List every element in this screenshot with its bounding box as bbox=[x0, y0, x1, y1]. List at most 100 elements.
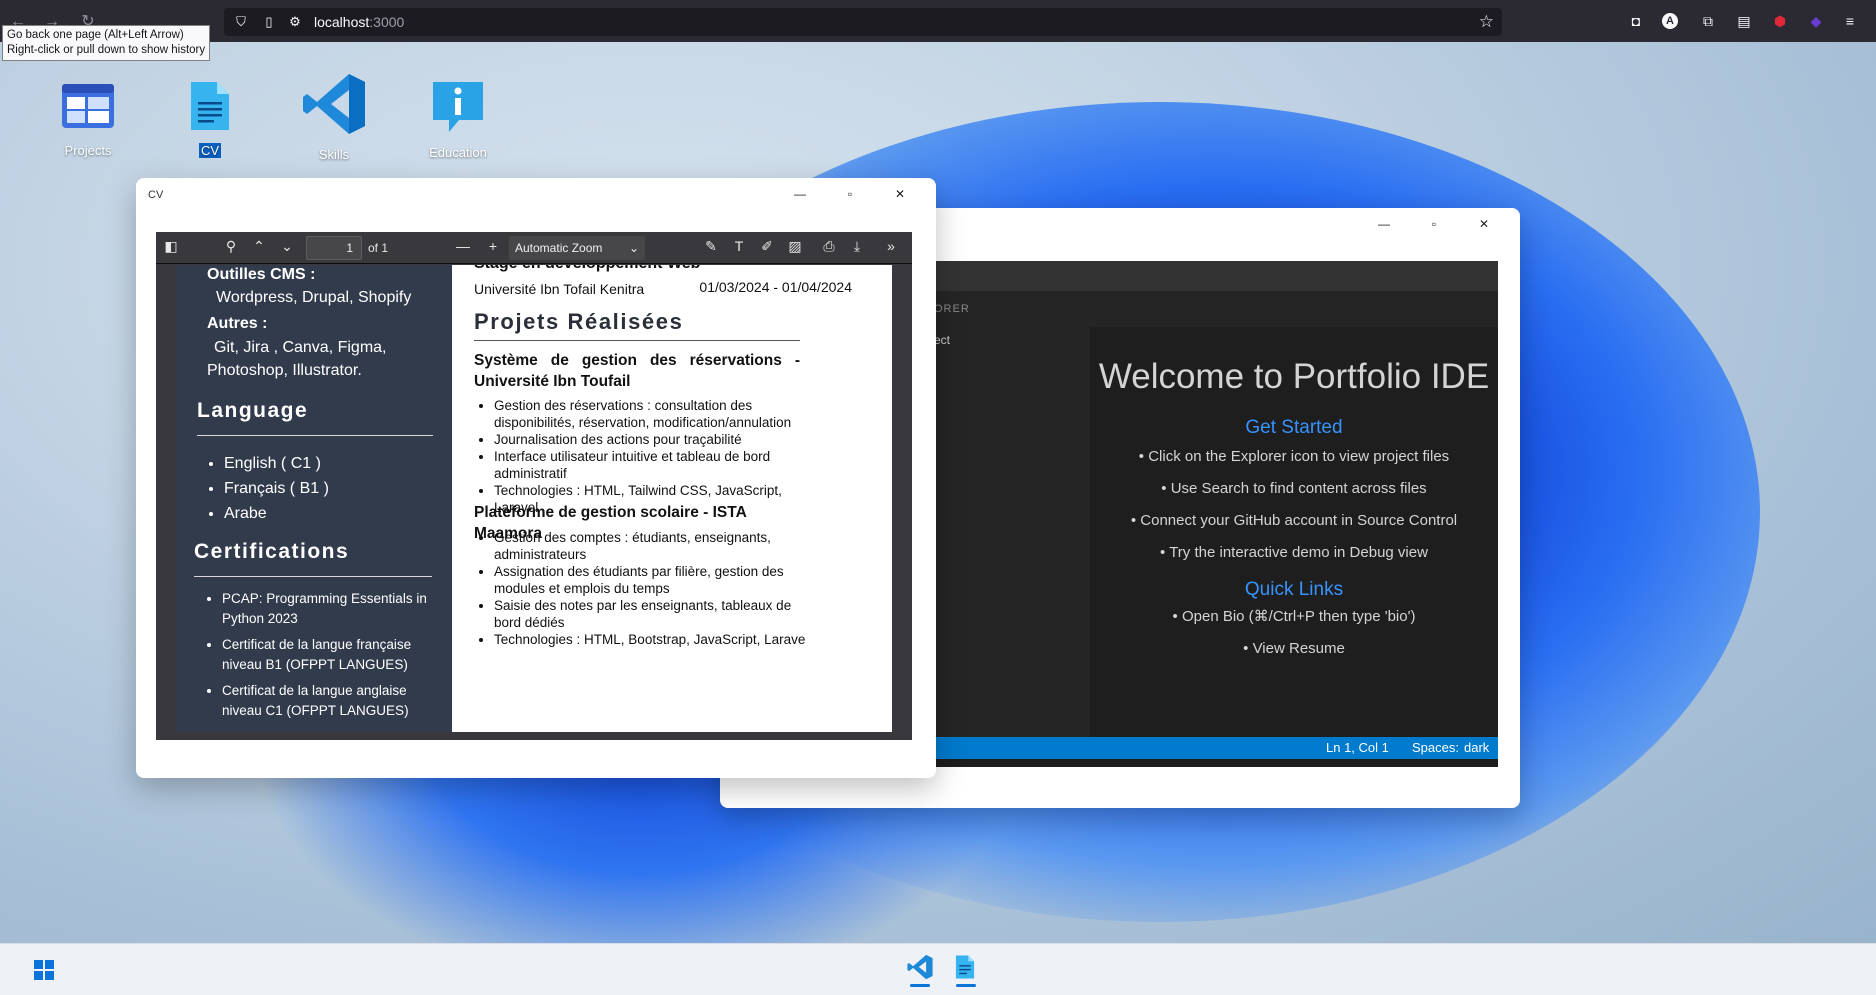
project-bullet: Technologies : HTML, Bootstrap, JavaScri… bbox=[494, 631, 810, 648]
minimize-icon[interactable]: — bbox=[1374, 216, 1394, 232]
info-icon bbox=[433, 82, 483, 132]
image-icon[interactable]: ▨ bbox=[786, 238, 804, 255]
projects-heading: Projets Réalisées bbox=[474, 309, 684, 334]
project-bullet: Interface utilisateur intuitive et table… bbox=[494, 448, 810, 482]
desktop-icon-education[interactable]: Education bbox=[408, 78, 508, 160]
other-value-line1: Git, Jira , Canva, Figma, bbox=[214, 339, 387, 356]
internship-dates: 01/03/2024 - 01/04/2024 bbox=[699, 279, 852, 295]
step-item: • Use Search to find content across file… bbox=[1161, 480, 1427, 497]
explorer-item[interactable]: ect bbox=[934, 333, 950, 347]
desktop-icon-skills[interactable]: Skills bbox=[284, 72, 384, 162]
desktop-icon-label: CV bbox=[198, 143, 222, 158]
highlight-icon[interactable]: ✎ bbox=[702, 238, 720, 255]
quick-links-heading: Quick Links bbox=[1244, 579, 1344, 600]
save-icon[interactable]: ⤓ bbox=[848, 238, 866, 255]
extension-purple-icon[interactable]: ◆ bbox=[1806, 11, 1826, 31]
pdf-viewer: ◧ ⚲ ⌃ ⌄ 1 of 1 — + Automatic Zoom ⌄ ✎ T ✐… bbox=[156, 232, 912, 740]
university-name: Université Ibn Tofail Kenitra bbox=[474, 281, 645, 297]
ide-title-strip bbox=[934, 261, 1498, 291]
desktop-icon-cv[interactable]: CV bbox=[160, 80, 260, 158]
active-indicator bbox=[956, 984, 976, 987]
close-icon[interactable]: ✕ bbox=[890, 186, 910, 202]
shield-icon[interactable]: ⛉ bbox=[232, 13, 250, 31]
page-count: of 1 bbox=[368, 241, 389, 255]
next-page-icon[interactable]: ⌄ bbox=[278, 238, 296, 255]
status-position[interactable]: Ln 1, Col 1 bbox=[1326, 740, 1389, 755]
vscode-icon bbox=[907, 954, 933, 980]
project-bullet: Assignation des étudiants par filière, g… bbox=[494, 563, 810, 597]
project-bullets: Gestion des comptes : étudiants, enseign… bbox=[494, 529, 810, 648]
pocket-icon[interactable]: ◘ bbox=[1626, 11, 1646, 31]
ide-welcome-page: Welcome to Portfolio IDE Get Started • C… bbox=[1090, 327, 1498, 737]
quick-link[interactable]: • Open Bio (⌘/Ctrl+P then type 'bio') bbox=[1090, 605, 1498, 629]
ide-explorer-panel: ORER ect bbox=[934, 291, 1090, 737]
project-title: Système de gestion des réservations - Un… bbox=[474, 352, 800, 390]
language-item: Français ( B1 ) bbox=[224, 476, 329, 501]
document-icon bbox=[191, 82, 229, 130]
taskbar-app-skills[interactable] bbox=[906, 954, 936, 988]
maximize-icon[interactable]: ▫ bbox=[840, 186, 860, 202]
divider bbox=[474, 340, 800, 341]
search-icon[interactable]: ⚲ bbox=[222, 238, 240, 255]
ide-tab-bar bbox=[1090, 291, 1498, 327]
welcome-title: Welcome to Portfolio IDE bbox=[1098, 357, 1490, 396]
url-bar[interactable]: ⛉ ▯ ⚙ localhost:3000 ☆ bbox=[224, 8, 1502, 36]
tooltip-line-1: Go back one page (Alt+Left Arrow) bbox=[7, 29, 184, 41]
url-text[interactable]: localhost:3000 bbox=[314, 14, 404, 30]
ide-editor: ORER ect Welcome to Portfolio IDE Get St… bbox=[934, 261, 1498, 767]
draw-icon[interactable]: ✐ bbox=[758, 238, 776, 255]
pdf-page: Outilles CMS : Wordpress, Drupal, Shopif… bbox=[176, 265, 892, 732]
cv-titlebar[interactable]: CV — ▫ ✕ bbox=[136, 178, 936, 212]
text-tool-icon[interactable]: T bbox=[730, 238, 748, 254]
divider bbox=[197, 435, 433, 436]
sidebar-toggle-icon[interactable]: ◧ bbox=[162, 238, 180, 255]
site-permissions-icon[interactable]: ⚙ bbox=[286, 13, 304, 31]
zoom-select[interactable]: Automatic Zoom ⌄ bbox=[509, 236, 645, 260]
chevron-down-icon: ⌄ bbox=[628, 241, 639, 255]
minimize-icon[interactable]: — bbox=[790, 186, 810, 202]
certification-list: PCAP: Programming Essentials in Python 2… bbox=[222, 589, 444, 727]
document-icon bbox=[955, 955, 975, 979]
desktop-icon-label: Skills bbox=[318, 147, 350, 162]
desktop-icon-projects[interactable]: Projects bbox=[38, 80, 138, 158]
vscode-icon bbox=[303, 74, 365, 134]
close-icon[interactable]: ✕ bbox=[1474, 216, 1494, 232]
back-button-tooltip: Go back one page (Alt+Left Arrow) Right-… bbox=[2, 25, 211, 61]
maximize-icon[interactable]: ▫ bbox=[1424, 216, 1444, 232]
divider bbox=[194, 576, 432, 577]
more-tools-icon[interactable]: » bbox=[882, 238, 900, 254]
certification-item: Certificat de la langue française niveau… bbox=[222, 635, 444, 674]
pdf-toolbar: ◧ ⚲ ⌃ ⌄ 1 of 1 — + Automatic Zoom ⌄ ✎ T ✐… bbox=[156, 232, 912, 264]
certification-item: Certificat de la langue anglaise niveau … bbox=[222, 681, 444, 720]
menu-icon[interactable]: ≡ bbox=[1840, 11, 1860, 31]
container-icon[interactable]: ▤ bbox=[1734, 11, 1754, 31]
taskbar bbox=[0, 943, 1876, 995]
status-theme[interactable]: dark bbox=[1464, 740, 1489, 755]
zoom-out-icon[interactable]: — bbox=[454, 238, 472, 254]
step-item: • Connect your GitHub account in Source … bbox=[1130, 512, 1458, 529]
language-list: English ( C1 ) Français ( B1 ) Arabe bbox=[224, 451, 329, 526]
page-number-input[interactable]: 1 bbox=[306, 236, 362, 260]
project-bullet: Gestion des comptes : étudiants, enseign… bbox=[494, 529, 810, 563]
project-bullets: Gestion des réservations : consultation … bbox=[494, 397, 810, 516]
project-bullet: Gestion des réservations : consultation … bbox=[494, 397, 810, 431]
browser-toolbar: ← → ↻ ⛉ ▯ ⚙ localhost:3000 ☆ ◘ A ⧉ ▤ ⬢ ◆… bbox=[0, 0, 1876, 61]
bookmark-star-icon[interactable]: ☆ bbox=[1479, 12, 1494, 32]
taskbar-app-cv[interactable] bbox=[954, 954, 980, 988]
ublock-icon[interactable]: ⬢ bbox=[1770, 11, 1790, 31]
desktop-icon-label: Projects bbox=[64, 143, 112, 158]
zoom-in-icon[interactable]: + bbox=[484, 238, 502, 254]
status-spaces[interactable]: Spaces: bbox=[1412, 740, 1459, 755]
project-bullet: Saisie des notes par les enseignants, ta… bbox=[494, 597, 810, 631]
language-item: Arabe bbox=[224, 501, 329, 526]
print-icon[interactable]: ⎙ bbox=[820, 238, 838, 255]
start-menu-icon[interactable] bbox=[34, 960, 54, 980]
tooltip-line-2: Right-click or pull down to show history bbox=[7, 44, 206, 56]
account-avatar-icon[interactable]: A bbox=[1662, 13, 1678, 29]
ide-status-bar: Ln 1, Col 1 Spaces: dark bbox=[934, 737, 1498, 759]
quick-link[interactable]: • View Resume bbox=[1090, 637, 1498, 661]
get-started-heading: Get Started bbox=[1245, 417, 1343, 438]
page-icon[interactable]: ▯ bbox=[260, 13, 278, 31]
extensions-icon[interactable]: ⧉ bbox=[1698, 11, 1718, 31]
previous-page-icon[interactable]: ⌃ bbox=[250, 238, 268, 255]
